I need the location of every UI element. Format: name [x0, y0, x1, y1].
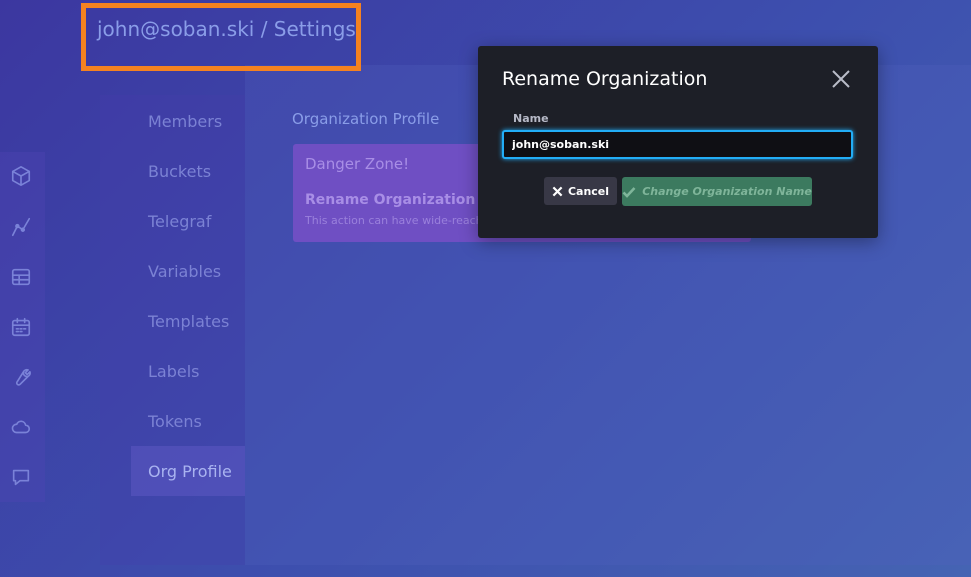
section-title: Organization Profile [292, 110, 440, 128]
chat-icon[interactable] [8, 464, 34, 490]
tab-templates[interactable]: Templates [131, 296, 245, 346]
tab-labels[interactable]: Labels [131, 346, 245, 396]
close-icon[interactable] [830, 68, 852, 90]
danger-zone-title: Danger Zone! [305, 155, 410, 173]
tab-buckets[interactable]: Buckets [131, 146, 245, 196]
checkmark-icon [622, 186, 636, 198]
dialog-title: Rename Organization [502, 68, 708, 90]
cancel-button-label: Cancel [567, 184, 610, 198]
tab-telegraf[interactable]: Telegraf [131, 196, 245, 246]
graph-icon[interactable] [8, 214, 34, 240]
cloud-icon[interactable] [8, 414, 34, 440]
change-organization-name-button[interactable]: Change Organization Name [622, 177, 812, 206]
table-icon[interactable] [8, 264, 34, 290]
change-button-label: Change Organization Name [642, 185, 812, 198]
cancel-button[interactable]: Cancel [544, 177, 617, 205]
close-icon [552, 186, 563, 196]
rename-organization-title: Rename Organization [305, 192, 476, 208]
rename-organization-description: This action can have wide-reaching [305, 214, 480, 227]
rename-organization-dialog: Rename Organization Name Cancel Change O… [478, 46, 878, 238]
tab-variables[interactable]: Variables [131, 246, 245, 296]
cube-icon[interactable] [8, 163, 34, 189]
tab-tokens[interactable]: Tokens [131, 396, 245, 446]
calendar-icon[interactable] [8, 314, 34, 340]
wrench-icon[interactable] [8, 364, 34, 390]
page-title: john@soban.ski / Settings [97, 17, 356, 41]
name-input[interactable] [502, 130, 853, 159]
name-field-label: Name [513, 112, 549, 125]
tab-org-profile[interactable]: Org Profile [131, 446, 245, 496]
tab-members[interactable]: Members [131, 96, 245, 146]
